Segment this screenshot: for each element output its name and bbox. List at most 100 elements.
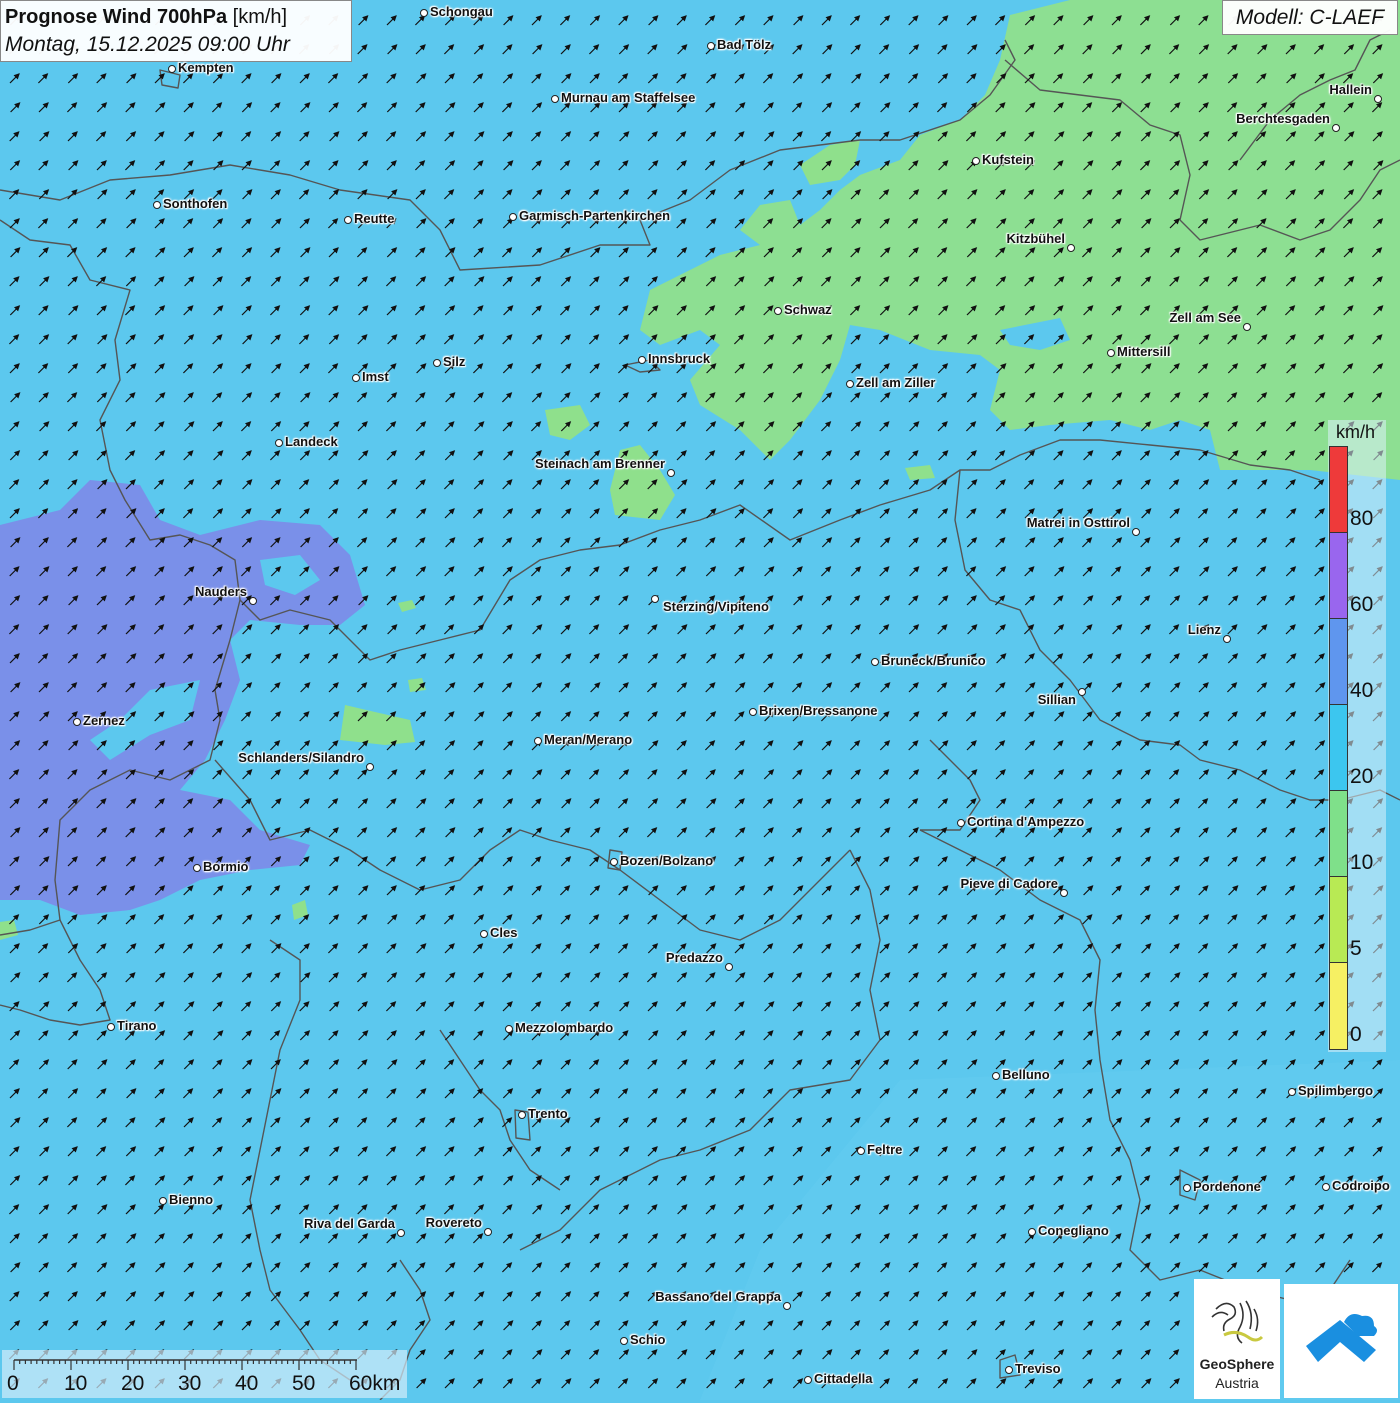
city-label: Schwaz (784, 302, 832, 317)
legend-tick-label: 60 (1350, 593, 1374, 616)
model-label: Modell: C-LAEF (1222, 0, 1398, 35)
city-marker-icon (1107, 349, 1115, 357)
city-marker-icon (804, 1376, 812, 1384)
city-label: Schio (630, 1332, 666, 1347)
city-label: Silz (443, 354, 466, 369)
city-label: Lienz (1187, 622, 1221, 637)
scale-label: 0 (7, 1372, 19, 1395)
city-marker-icon (275, 439, 283, 447)
scale-bar: 0 10 20 30 40 50 60km (2, 1350, 407, 1398)
city-label: Belluno (1002, 1067, 1050, 1082)
city-marker-icon (857, 1147, 865, 1155)
city-label: Cittadella (814, 1371, 873, 1386)
legend-unit: km/h (1336, 422, 1376, 442)
legend-color-segment (1330, 619, 1347, 705)
legend-tick-label: 0 (1350, 1023, 1362, 1046)
legend-tick-label: 10 (1350, 851, 1374, 874)
city-label: Riva del Garda (303, 1216, 395, 1231)
geosphere-logo[interactable]: GeoSphere Austria (1194, 1279, 1280, 1399)
legend-color-segment (1330, 791, 1347, 877)
legend-tick-label: 5 (1350, 937, 1362, 960)
city-marker-icon (1132, 528, 1140, 536)
city-label: Bienno (169, 1192, 214, 1207)
city-label: Bruneck/Brunico (881, 653, 986, 668)
city-marker-icon (774, 307, 782, 315)
legend-tick-label: 20 (1350, 765, 1374, 788)
city-label: Zell am Ziller (856, 375, 936, 390)
city-marker-icon (249, 597, 257, 605)
city-marker-icon (667, 469, 675, 477)
city-marker-icon (992, 1072, 1000, 1080)
scale-label: 10 (64, 1372, 88, 1395)
city-label: Kitzbühel (1006, 231, 1066, 246)
city-marker-icon (1288, 1088, 1296, 1096)
city-label: Trento (528, 1106, 568, 1121)
city-label: Cles (490, 925, 518, 940)
city-marker-icon (159, 1197, 167, 1205)
city-label: Bassano del Grappa (655, 1289, 781, 1304)
city-label: Predazzo (665, 950, 723, 965)
legend-colorbar (1329, 446, 1348, 1050)
city-label: Pordenone (1193, 1179, 1261, 1194)
forecast-datetime: Montag, 15.12.2025 09:00 Uhr (5, 33, 290, 56)
city-label: Nauders (194, 584, 247, 599)
city-marker-icon (168, 65, 176, 73)
title-main: Prognose Wind 700hPa (5, 6, 228, 28)
city-marker-icon (707, 42, 715, 50)
city-label: Sonthofen (163, 196, 228, 211)
legend-color-segment (1330, 877, 1347, 963)
city-label: Mezzolombardo (515, 1020, 614, 1035)
city-label: Innsbruck (648, 351, 711, 366)
scale-label: 40 (235, 1372, 259, 1395)
city-marker-icon (153, 201, 161, 209)
city-label: Conegliano (1038, 1223, 1109, 1238)
city-marker-icon (1028, 1228, 1036, 1236)
title-box: Prognose Wind 700hPa [km/h] Montag, 15.1… (0, 0, 352, 62)
city-marker-icon (505, 1025, 513, 1033)
city-label: Pieve di Cadore (960, 876, 1058, 891)
city-label: Schlanders/Silandro (238, 750, 364, 765)
city-marker-icon (972, 157, 980, 165)
city-marker-icon (1067, 244, 1075, 252)
city-marker-icon (638, 356, 646, 364)
title-unit: [km/h] (232, 6, 288, 28)
geosphere-logo-text: GeoSphere (1199, 1356, 1275, 1372)
city-label: Bad Tölz (717, 37, 772, 52)
city-marker-icon (1243, 323, 1251, 331)
legend-tick-label: 80 (1350, 507, 1374, 530)
city-label: Zernez (83, 713, 125, 728)
city-marker-icon (1332, 124, 1340, 132)
city-label: Cortina d'Ampezzo (967, 814, 1085, 829)
city-marker-icon (651, 595, 659, 603)
city-label: Codroipo (1332, 1178, 1390, 1193)
city-label: Imst (362, 369, 389, 384)
city-marker-icon (1060, 889, 1068, 897)
city-marker-icon (73, 718, 81, 726)
scale-label: 20 (121, 1372, 145, 1395)
city-label: Matrei in Osttirol (1026, 515, 1130, 530)
city-marker-icon (366, 763, 374, 771)
city-marker-icon (725, 963, 733, 971)
city-marker-icon (1322, 1183, 1330, 1191)
city-label: Feltre (867, 1142, 903, 1157)
geosphere-logo-subtext: Austria (1215, 1375, 1259, 1391)
city-label: Rovereto (425, 1215, 482, 1230)
city-label: Reutte (354, 211, 395, 226)
city-marker-icon (344, 216, 352, 224)
city-marker-icon (1005, 1366, 1013, 1374)
geosphere-emblem-icon (1211, 1300, 1264, 1344)
city-marker-icon (871, 658, 879, 666)
city-label: Landeck (285, 434, 338, 449)
city-marker-icon (1183, 1184, 1191, 1192)
app-arrow-cloud-icon (1306, 1314, 1377, 1362)
city-marker-icon (420, 9, 428, 17)
city-marker-icon (433, 359, 441, 367)
city-label: Spilimbergo (1298, 1083, 1374, 1098)
city-label: Bozen/Bolzano (620, 853, 714, 868)
city-label: Kempten (178, 60, 234, 75)
city-label: Bormio (203, 859, 249, 874)
city-marker-icon (846, 380, 854, 388)
app-logo[interactable] (1284, 1284, 1398, 1398)
city-label: Sillian (1037, 692, 1076, 707)
city-label: Zell am See (1169, 310, 1241, 325)
